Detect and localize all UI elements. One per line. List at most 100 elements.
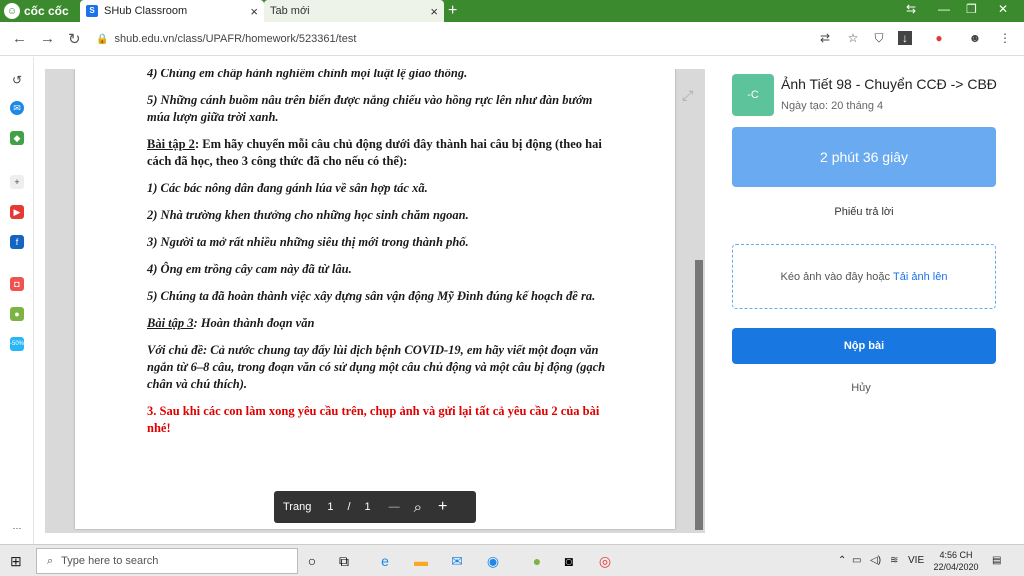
zoom-in-button[interactable]: + bbox=[438, 498, 447, 516]
chrome-icon[interactable]: ◎ bbox=[596, 552, 614, 570]
page-toolbar: Trang 1 / 1 — ⌕ + bbox=[274, 491, 476, 523]
coccoc-logo-icon: ☺ bbox=[4, 3, 20, 19]
expand-icon[interactable]: ⤢ bbox=[682, 87, 693, 104]
doc-line: 4) Ông em trồng cây cam này đã từ lâu. bbox=[147, 262, 352, 276]
edge-icon[interactable]: e bbox=[376, 552, 394, 570]
coccoc-extension-icon[interactable]: ● bbox=[932, 31, 946, 45]
url-text: shub.edu.vn/class/UPAFR/homework/523361/… bbox=[114, 33, 357, 45]
tab-title: SHub Classroom bbox=[104, 5, 188, 17]
back-icon[interactable]: ← bbox=[12, 30, 27, 47]
mail-icon[interactable]: ✉ bbox=[448, 552, 466, 570]
add-icon[interactable]: + bbox=[10, 175, 24, 189]
exercise-text: : Hoàn thành đoạn văn bbox=[193, 316, 315, 330]
shub-favicon-icon: S bbox=[86, 5, 98, 17]
drop-text: Kéo ảnh vào đây hoặc bbox=[780, 270, 891, 283]
bookmark-star-icon[interactable]: ☆ bbox=[846, 31, 860, 45]
notification-icon[interactable]: ▤ bbox=[992, 555, 1001, 566]
viewer-scrollbar[interactable] bbox=[695, 260, 703, 530]
zoom-app-icon[interactable]: ◉ bbox=[484, 552, 502, 570]
page-current[interactable]: 1 bbox=[327, 501, 333, 513]
search-icon: ⌕ bbox=[47, 554, 54, 567]
class-avatar: -C bbox=[732, 74, 774, 116]
tab-close-icon[interactable]: × bbox=[430, 4, 438, 19]
document-content: 4) Chúng em chấp hành nghiêm chỉnh mọi l… bbox=[147, 69, 607, 447]
download-icon[interactable]: ↓ bbox=[898, 31, 912, 45]
homework-title: Ảnh Tiết 98 - Chuyển CCĐ -> CBĐ bbox=[781, 76, 997, 92]
doc-line: 5) Chúng ta đã hoàn thành việc xây dựng … bbox=[147, 289, 596, 303]
messenger-icon[interactable]: ✉ bbox=[10, 101, 24, 115]
page-separator: / bbox=[347, 501, 351, 513]
upload-image-link[interactable]: Tải ảnh lên bbox=[893, 271, 947, 283]
game-icon[interactable]: ◆ bbox=[10, 131, 24, 145]
lock-icon: 🔒 bbox=[96, 33, 109, 45]
doc-line: 2) Nhà trường khen thưởng cho những học … bbox=[147, 208, 469, 222]
youtube-icon[interactable]: ▶ bbox=[10, 205, 24, 219]
doc-line: Với chủ đề: Cả nước chung tay đẩy lùi dị… bbox=[147, 343, 606, 391]
restore-icon[interactable]: ❐ bbox=[966, 2, 977, 16]
created-date: Ngày tạo: 20 tháng 4 bbox=[781, 100, 884, 112]
facebook-icon[interactable]: f bbox=[10, 235, 24, 249]
history-icon[interactable]: ↺ bbox=[10, 73, 24, 87]
cortana-icon[interactable]: ○ bbox=[303, 552, 321, 570]
tab-new[interactable]: Tab mới × bbox=[264, 0, 444, 22]
search-placeholder: Type here to search bbox=[61, 555, 159, 567]
reload-icon[interactable]: ↻ bbox=[68, 30, 81, 48]
coccoc-brand[interactable]: ☺ cốc cốc bbox=[4, 2, 69, 20]
tab-title: Tab mới bbox=[270, 5, 310, 17]
doc-line: 3) Người ta mở rất nhiều những siêu thị … bbox=[147, 235, 469, 249]
shield-icon[interactable]: ⛉ bbox=[872, 31, 886, 45]
zoom-out-button[interactable]: — bbox=[389, 501, 400, 513]
exercise-label: Bài tập 2 bbox=[147, 137, 195, 151]
translate-icon[interactable]: ⇄ bbox=[818, 31, 832, 45]
new-tab-button[interactable]: + bbox=[448, 2, 457, 20]
doc-line: 5) Những cánh buồm nâu trên biển được nắ… bbox=[147, 93, 593, 124]
image-drop-zone[interactable]: Kéo ảnh vào đây hoặc Tải ảnh lên bbox=[732, 244, 996, 309]
doc-red-note: 3. Sau khi các con làm xong yêu cầu trên… bbox=[147, 404, 600, 435]
clock[interactable]: 4:56 CH 22/04/2020 bbox=[930, 549, 982, 573]
clock-date: 22/04/2020 bbox=[933, 562, 979, 572]
tray-up-icon[interactable]: ⌃ bbox=[838, 555, 846, 566]
network-icon[interactable]: ▭ bbox=[852, 555, 861, 566]
task-view-icon[interactable]: ⧉ bbox=[335, 552, 353, 570]
document-viewer[interactable]: 4) Chúng em chấp hành nghiêm chỉnh mọi l… bbox=[45, 69, 705, 533]
tab-shub-classroom[interactable]: S SHub Classroom × bbox=[80, 0, 264, 22]
windows-start-icon[interactable]: ⊞ bbox=[10, 553, 22, 570]
page-label: Trang bbox=[283, 501, 312, 513]
coccoc-green-icon[interactable]: ● bbox=[10, 307, 24, 321]
language-indicator[interactable]: VIE bbox=[908, 555, 924, 566]
zoom-icon[interactable]: ⌕ bbox=[414, 499, 422, 516]
minimize-icon[interactable]: — bbox=[938, 2, 950, 16]
coccoc-taskbar-icon[interactable]: ● bbox=[528, 552, 546, 570]
answer-sheet-label: Phiếu trả lời bbox=[834, 206, 894, 218]
wifi-icon[interactable]: ≋ bbox=[890, 555, 898, 566]
submit-button[interactable]: Nộp bài bbox=[732, 328, 996, 364]
address-bar: ← → ↻ 🔒 shub.edu.vn/class/UPAFR/homework… bbox=[0, 22, 1024, 56]
shopping-icon[interactable]: ◘ bbox=[10, 277, 24, 291]
timer-display: 2 phút 36 giây bbox=[732, 127, 996, 187]
browser-sidebar: ↺ ✉ ◆ + ▶ f ◘ ● -50% ⋯ bbox=[0, 57, 34, 544]
document-page: 4) Chúng em chấp hành nghiêm chỉnh mọi l… bbox=[75, 69, 675, 529]
sale-icon[interactable]: -50% bbox=[10, 337, 24, 351]
close-window-icon[interactable]: ✕ bbox=[998, 2, 1008, 16]
cancel-button[interactable]: Hủy bbox=[732, 382, 990, 394]
window-menu-icon[interactable]: ⇆ bbox=[906, 2, 916, 16]
windows-taskbar: ⊞ ⌕ Type here to search ○ ⧉ e ▬ ✉ ◉ ● ◙ … bbox=[0, 544, 1024, 576]
clock-time: 4:56 CH bbox=[939, 550, 973, 560]
volume-icon[interactable]: ◁) bbox=[870, 555, 881, 566]
more-icon[interactable]: ⋯ bbox=[10, 521, 24, 535]
menu-icon[interactable]: ⋮ bbox=[998, 31, 1012, 45]
url-field[interactable]: 🔒 shub.edu.vn/class/UPAFR/homework/52336… bbox=[96, 29, 356, 49]
forward-icon[interactable]: → bbox=[40, 30, 55, 47]
file-explorer-icon[interactable]: ▬ bbox=[412, 552, 430, 570]
doc-exercise-3: Bài tập 3: Hoàn thành đoạn văn bbox=[147, 315, 607, 332]
doc-line: 4) Chúng em chấp hành nghiêm chỉnh mọi l… bbox=[147, 69, 468, 80]
profile-avatar-icon[interactable]: ☻ bbox=[968, 31, 982, 45]
page-total: 1 bbox=[364, 501, 371, 513]
tab-close-icon[interactable]: × bbox=[250, 4, 258, 19]
exercise-text: : Em hãy chuyển mỗi câu chủ động dưới đâ… bbox=[147, 137, 602, 168]
camera-icon[interactable]: ◙ bbox=[560, 552, 578, 570]
brand-label: cốc cốc bbox=[24, 4, 69, 18]
doc-line: 1) Các bác nông dân đang gánh lúa về sân… bbox=[147, 181, 428, 195]
taskbar-search[interactable]: ⌕ Type here to search bbox=[36, 548, 298, 574]
exercise-label: Bài tập 3 bbox=[147, 316, 194, 330]
